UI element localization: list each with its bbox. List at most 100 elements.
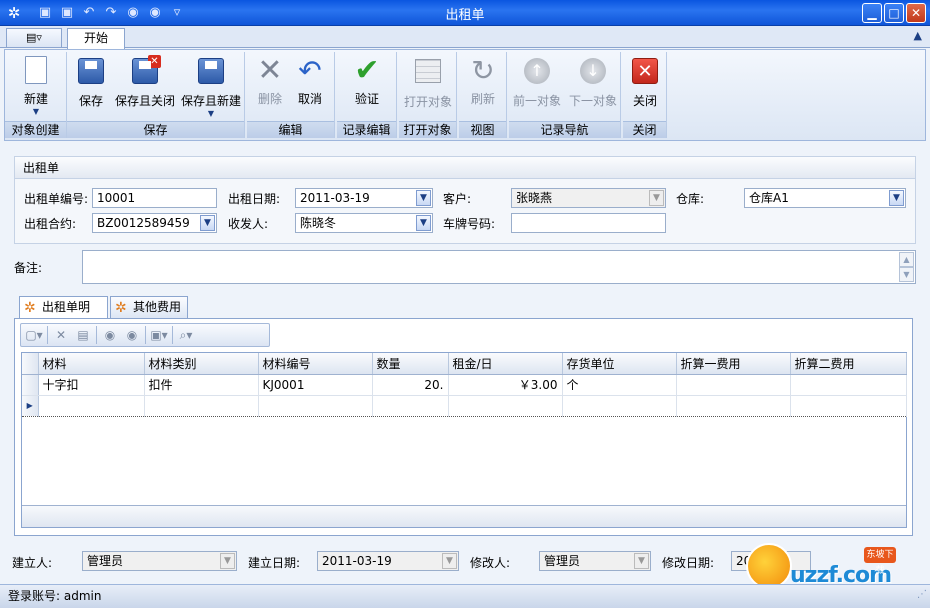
close-window-icon[interactable]: ✕	[906, 3, 926, 23]
arrow-up-icon[interactable]: ◉	[101, 328, 119, 342]
dropdown-arrow-icon[interactable]: ▼	[416, 190, 431, 206]
new-cell[interactable]	[144, 394, 259, 417]
cell-quantity[interactable]: 20.	[372, 374, 449, 396]
new-cell[interactable]	[676, 394, 791, 417]
detail-grid: 材料 材料类别 材料编号 数量 租金/日 存货单位 折算一费用 折算二费用 十字…	[21, 352, 907, 528]
ribbon-collapse-icon[interactable]: ▲	[914, 29, 922, 42]
minimize-icon[interactable]: ▁	[862, 3, 882, 23]
created-date-field[interactable]: 2011-03-19 ▼	[317, 551, 459, 571]
created-date-label: 建立日期:	[248, 556, 301, 570]
modifier-field[interactable]: 管理员 ▼	[539, 551, 651, 571]
dropdown-arrow-icon[interactable]: ▼	[200, 215, 215, 231]
dropdown-arrow-icon[interactable]: ▼	[889, 190, 904, 206]
warehouse-label: 仓库:	[676, 192, 705, 206]
contract-select[interactable]: BZ0012589459 ▼	[92, 213, 217, 233]
warehouse-select[interactable]: 仓库A1 ▼	[744, 188, 906, 208]
plate-field[interactable]	[511, 213, 666, 233]
column-header[interactable]: 数量	[372, 353, 449, 375]
cancel-button[interactable]: ↶ 取消	[293, 56, 327, 107]
memo-textarea[interactable]: ▲ ▼	[82, 250, 916, 284]
save-close-button[interactable]: ✕ 保存且关闭	[113, 55, 177, 109]
new-row-icon[interactable]: ▢▾	[25, 328, 43, 342]
new-row[interactable]: ▶	[22, 394, 907, 417]
refresh-button[interactable]: ↻ 刷新	[467, 56, 499, 107]
gear-icon: ✲	[24, 300, 36, 316]
new-cell[interactable]	[790, 394, 907, 417]
scroll-up-icon[interactable]: ▲	[899, 252, 914, 267]
group-close: ✕ 关闭 关闭	[623, 52, 667, 138]
new-cell[interactable]	[562, 394, 677, 417]
next-object-button[interactable]: ↓ 下一对象	[567, 56, 619, 109]
cell-category[interactable]: 扣件	[144, 374, 259, 396]
customer-field[interactable]: 张晓燕 ▼	[511, 188, 666, 208]
arrow-down-icon: ↓	[580, 58, 606, 84]
new-cell[interactable]	[38, 394, 145, 417]
row-header-corner	[22, 353, 39, 375]
dropdown-arrow-icon[interactable]: ▼	[649, 190, 664, 206]
save-icon[interactable]: ▣▾	[150, 328, 168, 342]
current-row-indicator-icon[interactable]: ▶	[22, 394, 39, 417]
new-document-icon	[25, 56, 47, 84]
dropdown-arrow-icon[interactable]: ▼	[634, 553, 649, 569]
date-field[interactable]: 2011-03-19 ▼	[295, 188, 433, 208]
tab-rental-details[interactable]: ✲ 出租单明细	[19, 296, 108, 334]
close-button[interactable]: ✕ 关闭	[629, 56, 661, 109]
new-cell[interactable]	[258, 394, 373, 417]
row-header[interactable]	[22, 374, 39, 396]
column-header[interactable]: 材料	[38, 353, 145, 375]
column-header[interactable]: 租金/日	[448, 353, 563, 375]
application-menu-button[interactable]: ▤▿	[6, 28, 62, 47]
scroll-down-icon[interactable]: ▼	[899, 267, 914, 282]
close-icon: ✕	[632, 58, 658, 84]
group-edit: ✕ 删除 ↶ 取消 编辑	[247, 52, 335, 138]
cell-rent-per-day[interactable]: ￥3.00	[448, 374, 563, 396]
column-header[interactable]: 存货单位	[562, 353, 677, 375]
find-icon[interactable]: ⌕▾	[177, 328, 195, 343]
cell-code[interactable]: KJ0001	[258, 374, 373, 396]
resize-grip-icon[interactable]: ⋰	[917, 584, 927, 606]
creator-field[interactable]: 管理员 ▼	[82, 551, 237, 571]
column-header[interactable]: 材料类别	[144, 353, 259, 375]
column-header[interactable]: 折算二费用	[790, 353, 907, 375]
dropdown-arrow-icon: ▼	[207, 109, 215, 118]
new-cell[interactable]	[448, 394, 563, 417]
save-button[interactable]: 保存	[75, 56, 107, 109]
order-no-label: 出租单编号:	[24, 192, 89, 206]
dropdown-arrow-icon: ▼	[32, 107, 40, 116]
maximize-icon[interactable]: □	[884, 3, 904, 23]
detail-panel: ▢▾ ✕ ▤ ◉ ◉ ▣▾ ⌕▾ 材料 材料类别 材料编号 数量 租金/日 存货…	[14, 318, 913, 536]
ribbon: 新建 ▼ 对象创建 保存 ✕ 保存且关闭 保存且新建 ▼ 保存 ✕ 删除 ↶ 取…	[4, 49, 926, 141]
copy-icon[interactable]: ▤	[74, 328, 92, 342]
new-button[interactable]: 新建 ▼	[13, 56, 59, 116]
save-new-button[interactable]: 保存且新建 ▼	[179, 56, 243, 118]
undo-icon: ↶	[298, 54, 322, 87]
section-title: 出租单	[15, 157, 915, 179]
open-object-button[interactable]: 打开对象	[402, 56, 454, 110]
save-new-icon	[198, 58, 224, 84]
tab-start[interactable]: 开始	[67, 28, 125, 49]
window-title: 出租单	[445, 8, 485, 23]
delete-button[interactable]: ✕ 删除	[253, 56, 287, 107]
delete-icon: ✕	[257, 53, 283, 88]
cell-fee1[interactable]	[676, 374, 791, 396]
group-open: 打开对象 打开对象	[399, 52, 457, 138]
delete-row-icon[interactable]: ✕	[52, 328, 70, 342]
tab-other-fees[interactable]: ✲ 其他费用	[110, 296, 188, 318]
column-header[interactable]: 材料编号	[258, 353, 373, 375]
arrow-down-icon[interactable]: ◉	[123, 328, 141, 342]
group-save: 保存 ✕ 保存且关闭 保存且新建 ▼ 保存	[67, 52, 245, 138]
dropdown-arrow-icon[interactable]: ▼	[220, 553, 235, 569]
dropdown-arrow-icon[interactable]: ▼	[442, 553, 457, 569]
receiver-label: 收发人:	[228, 217, 269, 231]
new-cell[interactable]	[372, 394, 449, 417]
order-no-field[interactable]: 10001	[92, 188, 217, 208]
receiver-select[interactable]: 陈晓冬 ▼	[295, 213, 433, 233]
cell-fee2[interactable]	[790, 374, 907, 396]
validate-button[interactable]: ✔ 验证	[347, 56, 387, 107]
prev-object-button[interactable]: ↑ 前一对象	[511, 56, 563, 109]
cell-unit[interactable]: 个	[562, 374, 677, 396]
dropdown-arrow-icon[interactable]: ▼	[416, 215, 431, 231]
table-row[interactable]: 十字扣 扣件 KJ0001 20. ￥3.00 个	[22, 374, 907, 396]
cell-material[interactable]: 十字扣	[38, 374, 145, 396]
column-header[interactable]: 折算一费用	[676, 353, 791, 375]
